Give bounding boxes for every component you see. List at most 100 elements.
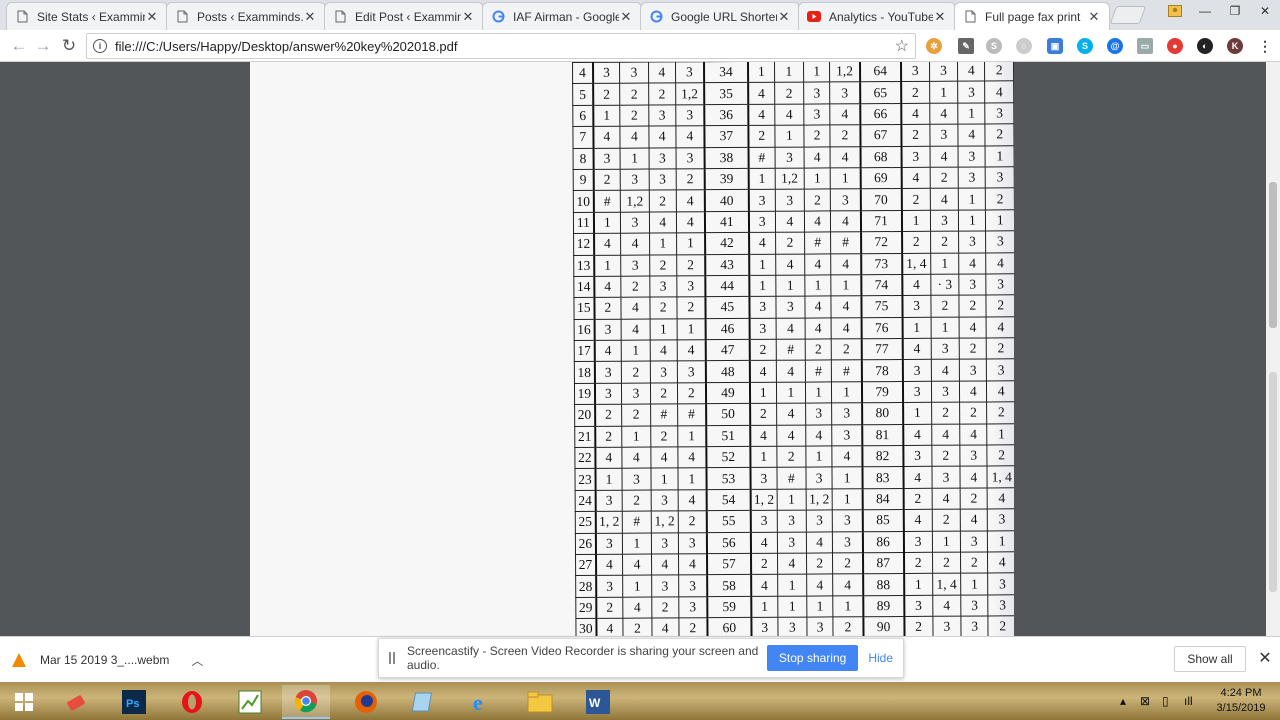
answer-cell: 3 — [961, 616, 989, 636]
answer-cell: 3 — [832, 509, 863, 532]
extension-at-icon[interactable]: @ — [1107, 38, 1123, 54]
bookmark-star-icon[interactable]: ☆ — [895, 36, 909, 56]
firefox-icon[interactable] — [342, 685, 390, 719]
download-file-name[interactable]: Mar 15 2019 3_....webm — [40, 653, 169, 667]
extension-gear-icon[interactable]: ✲ — [926, 38, 942, 54]
question-number-cell: 39 — [704, 168, 749, 191]
back-icon[interactable]: ← — [8, 35, 30, 57]
close-icon[interactable]: ✕ — [619, 9, 633, 25]
answer-cell: 1 — [776, 488, 807, 511]
pdf-viewer[interactable]: 4 3 3 4 3 34 1 1 1 1,2 64 3 3 4 2 5 2 2 2 1,2 35 4 2 3 3 65 2 1 3 4 6 1… — [0, 62, 1280, 636]
photoshop-icon[interactable]: Ps — [110, 685, 158, 719]
file-explorer-icon[interactable] — [516, 685, 564, 719]
answer-cell: 2 — [988, 615, 1014, 636]
tab-iaf-airman[interactable]: IAF Airman - Google ✕ — [482, 2, 642, 30]
question-number-cell: 7 — [572, 126, 594, 149]
restore-icon[interactable]: ❐ — [1220, 0, 1250, 22]
answer-cell: 3 — [903, 530, 933, 553]
minimize-icon[interactable]: — — [1190, 0, 1220, 22]
extension-skype-gray-icon[interactable]: S — [986, 38, 1002, 54]
answer-cell: 4 — [830, 146, 861, 168]
info-icon[interactable]: i — [93, 39, 107, 53]
extension-dark-icon[interactable]: ◐ — [1197, 38, 1213, 54]
answer-cell: 4 — [594, 276, 621, 298]
internet-explorer-icon[interactable]: e — [458, 685, 506, 719]
answer-cell: 2 — [901, 231, 931, 254]
forward-icon[interactable]: → — [32, 35, 54, 57]
chrome-icon[interactable] — [282, 685, 330, 719]
close-icon[interactable]: ✕ — [145, 9, 159, 25]
extension-window-icon[interactable]: ▣ — [1047, 38, 1063, 54]
opera-icon[interactable] — [168, 685, 216, 719]
close-icon[interactable]: ✕ — [933, 9, 947, 25]
answer-cell: 4 — [806, 531, 833, 554]
tray-network-icon[interactable]: ⊠ — [1140, 682, 1150, 720]
tray-device-icon[interactable]: ▯ — [1162, 682, 1169, 720]
hide-button[interactable]: Hide — [868, 651, 893, 665]
user-avatar[interactable]: K — [1227, 38, 1243, 54]
answer-cell: 3 — [930, 338, 960, 360]
windows-start-icon[interactable] — [0, 685, 48, 719]
question-number-cell: 28 — [575, 575, 597, 598]
answer-cell: 2 — [903, 616, 933, 636]
answer-cell: 2 — [832, 552, 863, 575]
scrollbar-thumb[interactable] — [1269, 182, 1277, 328]
answer-cell: 3 — [595, 532, 623, 555]
answer-cell: 2 — [805, 338, 832, 361]
close-icon[interactable]: ✕ — [461, 9, 475, 25]
extension-screencastify-icon[interactable]: ● — [1167, 38, 1183, 54]
vertical-scrollbar[interactable] — [1266, 62, 1280, 636]
window-close-icon[interactable]: ✕ — [1250, 0, 1280, 22]
system-clock[interactable]: 4:24 PM 3/15/2019 — [1206, 686, 1276, 716]
chart-app-icon[interactable] — [226, 685, 274, 719]
answer-cell: 2 — [804, 189, 831, 211]
close-icon[interactable]: ✕ — [1256, 648, 1274, 670]
answer-cell: 4 — [804, 253, 832, 275]
answer-cell: 3 — [678, 596, 708, 619]
url-text[interactable]: file:///C:/Users/Happy/Desktop/answer%20… — [115, 39, 895, 54]
question-number-cell: 86 — [862, 531, 904, 553]
new-tab-button[interactable] — [1109, 6, 1147, 24]
word-icon[interactable]: W — [574, 685, 622, 719]
extension-cast-icon[interactable]: ▭ — [1137, 38, 1153, 54]
tab-edit-post[interactable]: Edit Post ‹ Examminds ✕ — [324, 2, 484, 30]
answer-cell: 3 — [593, 147, 621, 170]
reload-icon[interactable]: ↻ — [58, 35, 80, 57]
download-item[interactable]: Mar 15 2019 3_....webm ︿ — [12, 647, 203, 673]
tray-up-arrow-icon[interactable]: ▴ — [1120, 682, 1126, 720]
answer-cell: 2 — [931, 509, 961, 531]
menu-icon[interactable]: ⋮ — [1257, 38, 1273, 54]
answer-cell: 4 — [649, 211, 677, 234]
tab-posts[interactable]: Posts ‹ Examminds.c ✕ — [166, 2, 326, 30]
answer-cell: 1, 4 — [987, 466, 1014, 488]
notes-app-icon[interactable] — [400, 685, 448, 719]
address-bar[interactable]: i file:///C:/Users/Happy/Desktop/answer%… — [86, 33, 916, 59]
answer-cell: 3 — [677, 532, 708, 554]
show-all-button[interactable]: Show all — [1174, 646, 1246, 672]
answer-cell: 4 — [902, 423, 932, 446]
tray-signal-icon[interactable]: ıll — [1184, 682, 1193, 720]
answer-cell: # — [776, 339, 806, 361]
stop-sharing-button[interactable]: Stop sharing — [766, 645, 859, 671]
extension-skype-icon[interactable]: S — [1077, 38, 1093, 54]
chevron-up-icon[interactable]: ︿ — [191, 652, 203, 669]
table-row: 6 1 2 3 3 36 4 4 3 4 66 4 4 1 3 — [572, 102, 1014, 127]
tab-full-page-fax-print[interactable]: Full page fax print ✕ — [954, 2, 1110, 30]
answer-cell: 1, 2 — [651, 511, 678, 533]
tab-google-url-shortener[interactable]: Google URL Shorten ✕ — [640, 2, 800, 30]
answer-cell: 1 — [805, 381, 832, 404]
close-icon[interactable]: ✕ — [1087, 9, 1101, 25]
answer-cell: 1 — [777, 595, 807, 618]
answer-cell: 2 — [903, 488, 932, 510]
eraser-app-icon[interactable] — [52, 685, 100, 719]
answer-cell: 4 — [774, 103, 804, 126]
answer-cell: 4 — [932, 594, 962, 617]
tab-site-stats[interactable]: Site Stats ‹ Examminds ✕ — [6, 2, 168, 30]
extension-eyedropper-icon[interactable]: ✎ — [958, 38, 974, 54]
close-icon[interactable]: ✕ — [303, 9, 317, 25]
question-number-cell: 20 — [574, 404, 595, 427]
tab-analytics-youtube[interactable]: Analytics - YouTube ✕ — [798, 2, 956, 30]
close-icon[interactable]: ✕ — [777, 9, 791, 25]
extension-gray-icon[interactable]: ○ — [1016, 38, 1032, 54]
profile-icon[interactable] — [1160, 0, 1190, 22]
